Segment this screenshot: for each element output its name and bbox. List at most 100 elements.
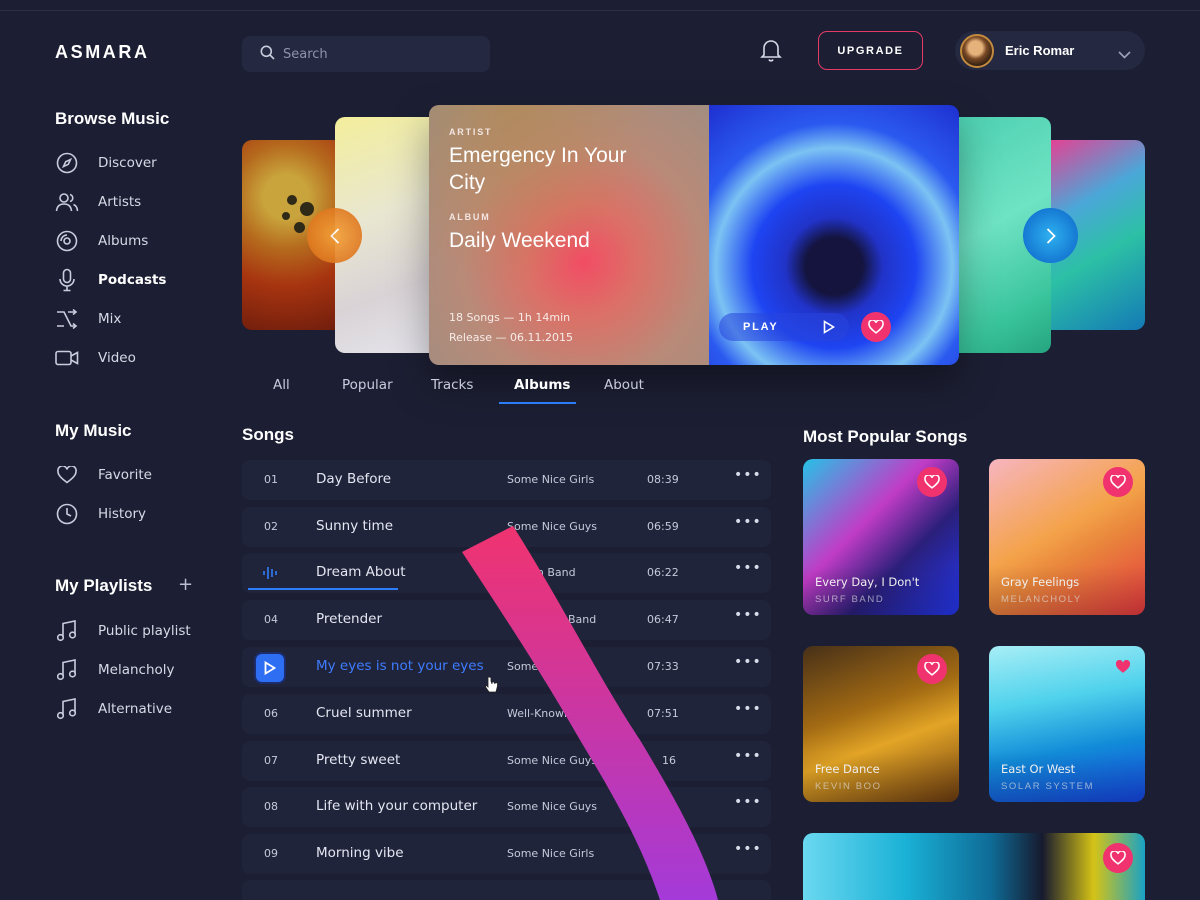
- sidebar-item-label: Melancholy: [98, 662, 175, 678]
- upgrade-button[interactable]: UPGRADE: [818, 31, 923, 70]
- add-playlist-button[interactable]: +: [178, 574, 193, 595]
- my-music-title: My Music: [55, 421, 132, 440]
- more-options-icon[interactable]: •••: [734, 701, 762, 717]
- play-icon[interactable]: [256, 654, 284, 682]
- tab-tracks[interactable]: Tracks: [431, 377, 473, 393]
- app-logo[interactable]: ASMARA: [55, 42, 150, 63]
- popular-song-artist: SOLAR SYSTEM: [1001, 781, 1095, 792]
- avatar: [960, 33, 994, 68]
- more-options-icon[interactable]: •••: [734, 841, 762, 857]
- popular-song-name: Gray Feelings: [1001, 575, 1080, 589]
- heart-icon: [1110, 475, 1126, 489]
- more-options-icon[interactable]: •••: [734, 560, 762, 576]
- featured-album-card[interactable]: ARTIST Emergency In Your City ALBUM Dail…: [429, 105, 959, 365]
- sidebar-item-public-playlist[interactable]: Public playlist: [55, 619, 191, 643]
- song-row[interactable]: 02 Sunny time Some Nice Guys 06:59 •••: [242, 507, 771, 547]
- more-options-icon[interactable]: •••: [734, 654, 762, 670]
- chevron-right-icon: [1046, 227, 1056, 244]
- featured-info-panel: ARTIST Emergency In Your City ALBUM Dail…: [429, 105, 709, 365]
- user-menu[interactable]: Eric Romar: [955, 31, 1145, 70]
- song-artist: Some Nice Guys: [507, 754, 598, 767]
- play-icon: [823, 320, 835, 334]
- microphone-icon: [55, 268, 79, 292]
- carousel-next-button[interactable]: [1023, 208, 1078, 263]
- sidebar-item-melancholy[interactable]: Melancholy: [55, 658, 175, 682]
- songs-meta: 18 Songs — 1h 14min: [449, 311, 571, 324]
- song-row[interactable]: 04 Pretender Band 06:47 •••: [242, 600, 771, 640]
- sidebar-item-label: Favorite: [98, 467, 152, 483]
- popular-song-card[interactable]: Every Day, I Don't SURF BAND: [803, 459, 959, 615]
- song-row[interactable]: 01 Day Before Some Nice Girls 08:39 •••: [242, 460, 771, 500]
- more-options-icon[interactable]: •••: [734, 607, 762, 623]
- sidebar-item-label: Podcasts: [98, 272, 167, 288]
- song-row-selected[interactable]: My eyes is not your eyes Some 07:33 •••: [242, 647, 771, 687]
- song-title: Day Before: [316, 471, 392, 487]
- sidebar-item-podcasts[interactable]: Podcasts: [55, 268, 166, 292]
- song-duration: 16: [662, 754, 676, 767]
- tab-albums[interactable]: Albums: [514, 377, 570, 393]
- song-row-now-playing[interactable]: Dream About Known Band 06:22 •••: [242, 553, 771, 593]
- song-duration: 07:33: [647, 660, 679, 673]
- heart-icon: [924, 662, 940, 676]
- sidebar-item-mix[interactable]: Mix: [55, 307, 121, 331]
- song-row[interactable]: 07 Pretty sweet Some Nice Guys 16 •••: [242, 741, 771, 781]
- more-options-icon[interactable]: •••: [734, 514, 762, 530]
- heart-filled-icon[interactable]: [1115, 660, 1131, 674]
- music-note-icon: [55, 619, 79, 643]
- songs-title: Songs: [242, 425, 294, 444]
- favorite-button[interactable]: [861, 312, 891, 342]
- sidebar-item-favorite[interactable]: Favorite: [55, 463, 152, 487]
- album-title: Daily Weekend: [449, 229, 590, 252]
- song-number: 01: [264, 473, 278, 486]
- tab-popular[interactable]: Popular: [342, 377, 393, 393]
- compass-icon: [55, 151, 79, 175]
- sidebar-item-label: Mix: [98, 311, 122, 327]
- favorite-button[interactable]: [917, 467, 947, 497]
- tab-about[interactable]: About: [604, 377, 644, 393]
- play-button[interactable]: PLAY: [719, 313, 849, 341]
- carousel-prev-button[interactable]: [307, 208, 362, 263]
- song-number: 04: [264, 613, 278, 626]
- more-options-icon[interactable]: •••: [734, 794, 762, 810]
- popular-song-card[interactable]: East Or West SOLAR SYSTEM: [989, 646, 1145, 802]
- popular-song-card[interactable]: Free Dance KEVIN BOO: [803, 646, 959, 802]
- song-number: 09: [264, 847, 278, 860]
- shuffle-icon: [55, 307, 79, 331]
- play-label: PLAY: [743, 321, 779, 333]
- sidebar-item-albums[interactable]: Albums: [55, 229, 148, 253]
- favorite-button[interactable]: [1103, 843, 1133, 873]
- sidebar-item-history[interactable]: History: [55, 502, 146, 526]
- tab-all[interactable]: All: [273, 377, 290, 393]
- notification-bell-icon[interactable]: [760, 38, 782, 62]
- song-title: Pretender: [316, 611, 383, 627]
- favorite-button[interactable]: [917, 654, 947, 684]
- heart-icon: [868, 320, 884, 334]
- popular-song-card[interactable]: [803, 833, 1145, 900]
- album-label: ALBUM: [449, 212, 491, 222]
- music-note-icon: [55, 697, 79, 721]
- top-divider: [0, 10, 1200, 11]
- song-row[interactable]: [242, 880, 771, 900]
- song-row[interactable]: 09 Morning vibe Some Nice Girls •••: [242, 834, 771, 874]
- browse-music-title: Browse Music: [55, 109, 170, 128]
- sidebar-item-discover[interactable]: Discover: [55, 151, 157, 175]
- sidebar-item-video[interactable]: Video: [55, 346, 136, 370]
- song-row[interactable]: 08 Life with your computer Some Nice Guy…: [242, 787, 771, 827]
- search-bar[interactable]: [242, 36, 490, 72]
- heart-icon: [924, 475, 940, 489]
- sidebar-item-alternative[interactable]: Alternative: [55, 697, 172, 721]
- video-icon: [55, 346, 79, 370]
- more-options-icon[interactable]: •••: [734, 467, 762, 483]
- sidebar-item-label: Public playlist: [98, 623, 191, 639]
- favorite-button[interactable]: [1103, 467, 1133, 497]
- sidebar-item-artists[interactable]: Artists: [55, 190, 141, 214]
- song-artist: Some Nice Guys: [507, 800, 598, 813]
- song-artist: Some Nice Girls: [507, 847, 595, 860]
- heart-icon: [55, 463, 79, 487]
- popular-song-card[interactable]: Gray Feelings MELANCHOLY: [989, 459, 1145, 615]
- sidebar-item-label: Alternative: [98, 701, 173, 717]
- song-row[interactable]: 06 Cruel summer Well-Known 07:51 •••: [242, 694, 771, 734]
- more-options-icon[interactable]: •••: [734, 748, 762, 764]
- search-input[interactable]: [283, 46, 473, 62]
- sidebar-item-label: History: [98, 506, 147, 522]
